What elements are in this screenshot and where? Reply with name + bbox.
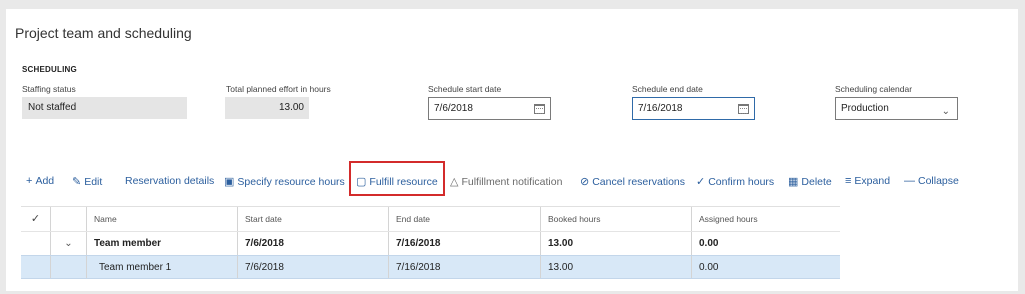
row-assigned-hours: 0.00: [691, 256, 840, 278]
row-name: Team member: [86, 232, 237, 255]
calendar-icon: ▣: [224, 176, 235, 188]
staffing-status-field: Not staffed: [22, 97, 187, 119]
calendar-label: Scheduling calendar: [835, 84, 913, 94]
fulfill-resource-highlight: [349, 161, 445, 196]
collapse-icon: —: [904, 175, 915, 187]
end-date-input[interactable]: 7/16/2018: [632, 97, 755, 120]
reservation-details-button[interactable]: Reservation details: [125, 175, 214, 187]
row-assigned-hours: 0.00: [691, 232, 840, 255]
edit-button[interactable]: ✎ Edit: [72, 175, 102, 188]
fulfillment-notification-button[interactable]: △ Fulfillment notification: [450, 175, 562, 188]
total-effort-label: Total planned effort in hours: [226, 84, 331, 94]
start-date-label: Schedule start date: [428, 84, 502, 94]
trash-icon: ▦: [788, 176, 799, 188]
table-row[interactable]: Team member 1 7/6/2018 7/16/2018 13.00 0…: [21, 255, 840, 279]
row-name: Team member 1: [86, 256, 237, 278]
expand-column-header: [50, 207, 86, 231]
staffing-status-label: Staffing status: [22, 84, 76, 94]
project-team-panel: Project team and scheduling SCHEDULING S…: [6, 9, 1018, 291]
start-date-value: 7/6/2018: [434, 103, 473, 114]
section-label-scheduling: SCHEDULING: [22, 65, 77, 74]
page-title: Project team and scheduling: [15, 25, 192, 41]
scheduling-calendar-value: Production: [841, 103, 889, 114]
row-checkbox[interactable]: [21, 232, 50, 255]
table-row[interactable]: ⌄ Team member 7/6/2018 7/16/2018 13.00 0…: [21, 231, 840, 255]
column-header-booked-hours[interactable]: Booked hours: [540, 207, 691, 231]
column-header-assigned-hours[interactable]: Assigned hours: [691, 207, 840, 231]
plus-icon: +: [26, 175, 33, 187]
expand-button[interactable]: ≡ Expand: [845, 175, 890, 187]
select-all-checkbox[interactable]: ✓: [21, 207, 50, 231]
delete-button[interactable]: ▦ Delete: [788, 175, 832, 188]
row-end-date: 7/16/2018: [388, 232, 540, 255]
chevron-down-icon[interactable]: ⌄: [50, 232, 86, 255]
add-button[interactable]: + Add: [26, 175, 54, 187]
collapse-button[interactable]: — Collapse: [904, 175, 959, 187]
warning-icon: △: [450, 176, 459, 188]
expand-icon: ≡: [845, 175, 852, 187]
team-grid: ✓ Name Start date End date Booked hours …: [21, 206, 840, 279]
row-checkbox[interactable]: [21, 256, 50, 278]
row-end-date: 7/16/2018: [388, 256, 540, 278]
row-start-date: 7/6/2018: [237, 256, 388, 278]
cancel-icon: ⊘: [580, 176, 590, 188]
row-indent: [50, 256, 86, 278]
start-date-input[interactable]: 7/6/2018: [428, 97, 551, 120]
column-header-end-date[interactable]: End date: [388, 207, 540, 231]
column-header-start-date[interactable]: Start date: [237, 207, 388, 231]
row-booked-hours: 13.00: [540, 232, 691, 255]
calendar-icon[interactable]: [738, 104, 749, 114]
grid-header-row: ✓ Name Start date End date Booked hours …: [21, 207, 840, 231]
end-date-value: 7/16/2018: [638, 103, 683, 114]
calendar-icon[interactable]: [534, 104, 545, 114]
row-booked-hours: 13.00: [540, 256, 691, 278]
total-effort-field: 13.00: [225, 97, 309, 119]
confirm-hours-button[interactable]: ✓ Confirm hours: [696, 175, 774, 188]
row-start-date: 7/6/2018: [237, 232, 388, 255]
chevron-down-icon[interactable]: ⌄: [942, 101, 950, 122]
end-date-label: Schedule end date: [632, 84, 703, 94]
pencil-icon: ✎: [72, 176, 82, 188]
column-header-name[interactable]: Name: [86, 207, 237, 231]
cancel-reservations-button[interactable]: ⊘ Cancel reservations: [580, 175, 685, 188]
check-icon: ✓: [696, 176, 706, 188]
scheduling-calendar-select[interactable]: Production ⌄: [835, 97, 958, 120]
specify-resource-hours-button[interactable]: ▣ Specify resource hours: [224, 175, 345, 188]
